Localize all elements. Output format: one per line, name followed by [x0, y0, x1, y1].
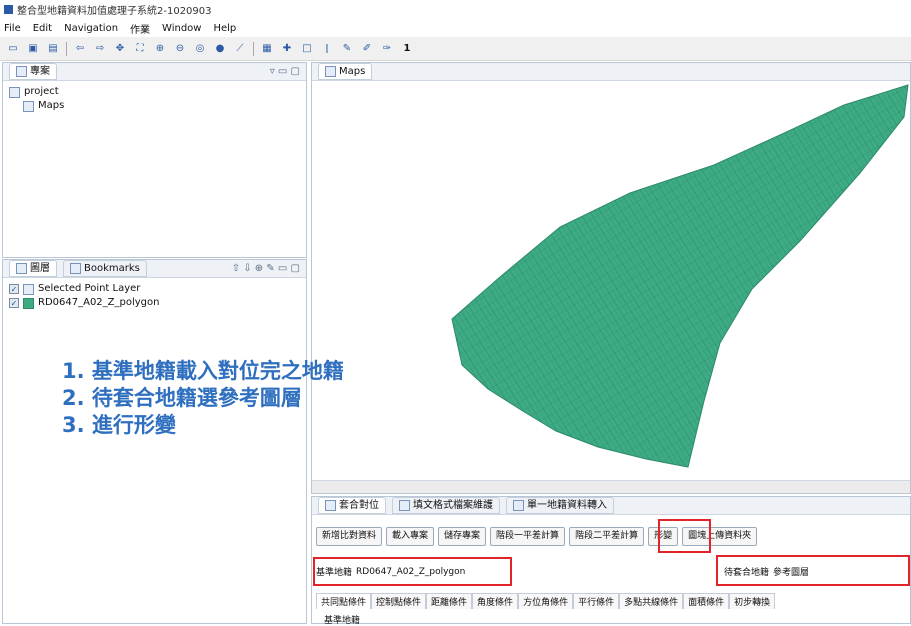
- toolbar-separator: [66, 41, 67, 56]
- style-icon[interactable]: ✐: [360, 42, 374, 56]
- layer-checkbox[interactable]: ✓: [9, 284, 19, 294]
- toolbar: ▭ ▣ ▤ ⇦ ⇨ ✥ ⛶ ⊕ ⊖ ◎ ● ⟋ ▦ ✚ □ ǀ ✎ ✐ ✑ 1: [0, 37, 911, 61]
- measure-icon[interactable]: ⟋: [233, 42, 247, 56]
- instruction-step-2: 2. 待套合地籍選參考圖層: [62, 386, 302, 410]
- bottom-panel: 套合對位 填文格式檔案維護 單一地籍資料轉入 新增比對資料 載入專案 儲存專案 …: [311, 496, 911, 626]
- subtab-control-points[interactable]: 控制點條件: [371, 593, 427, 609]
- layer-actions-icon[interactable]: ⇧ ⇩ ⊕ ✎ ▭ ▢: [232, 263, 300, 274]
- layer-panel: 圖層 Bookmarks ⇧ ⇩ ⊕ ✎ ▭ ▢ ✓ Selected Poin…: [2, 259, 307, 624]
- toolbar-separator: [253, 41, 254, 56]
- layer-item-polygon[interactable]: ✓ RD0647_A02_Z_polygon: [9, 296, 300, 310]
- tree-item-maps[interactable]: Maps: [9, 99, 300, 113]
- target-highlight: [716, 555, 910, 586]
- bottom-tabbar: 套合對位 填文格式檔案維護 單一地籍資料轉入: [312, 497, 910, 515]
- project-tabbar: 專案 ▿ ▭ ▢: [3, 63, 306, 81]
- tab-bookmarks[interactable]: Bookmarks: [63, 260, 147, 277]
- subtab-common-points[interactable]: 共同點條件: [316, 593, 372, 609]
- bookmark-icon: [70, 263, 81, 274]
- zoom-out-icon[interactable]: ⊖: [173, 42, 187, 56]
- instruction-step-3: 3. 進行形變: [62, 413, 176, 437]
- tab-format-maintenance[interactable]: 填文格式檔案維護: [392, 497, 500, 514]
- map-icon: [325, 66, 336, 77]
- info-icon[interactable]: ●: [213, 42, 227, 56]
- line-icon[interactable]: ǀ: [320, 42, 334, 56]
- add-comparison-button[interactable]: 新增比對資料: [316, 527, 383, 546]
- add-point-icon[interactable]: ✚: [280, 42, 294, 56]
- base-highlight: [313, 557, 512, 586]
- polygon-layer-icon: [23, 297, 34, 309]
- subtab-initial-transform[interactable]: 初步轉換: [729, 593, 776, 609]
- project-panel: 專案 ▿ ▭ ▢ project Maps: [2, 62, 307, 258]
- menu-file[interactable]: File: [4, 23, 21, 34]
- save-icon[interactable]: ▣: [26, 42, 40, 56]
- form-icon: [513, 500, 524, 511]
- view-menu-icon[interactable]: ▿ ▭ ▢: [270, 66, 300, 77]
- menu-window[interactable]: Window: [162, 23, 201, 34]
- window-title: 整合型地籍資料加值處理子系統2-1020903: [17, 6, 212, 17]
- section-label: 基準地籍: [324, 616, 361, 626]
- map-scrollbar[interactable]: [312, 480, 910, 493]
- map-canvas[interactable]: [312, 81, 910, 481]
- subtab-area[interactable]: 面積條件: [683, 593, 730, 609]
- project-icon: [16, 66, 27, 77]
- map-icon: [23, 100, 34, 112]
- form-icon: [399, 500, 410, 511]
- menu-operation[interactable]: 作業: [130, 21, 150, 36]
- form-icon: [325, 500, 336, 511]
- instruction-step-1: 1. 基準地籍載入對位完之地籍: [62, 359, 344, 383]
- menu-edit[interactable]: Edit: [33, 23, 52, 34]
- stage1-adjust-button[interactable]: 階段一平差計算: [490, 527, 566, 546]
- tab-layers[interactable]: 圖層: [9, 260, 57, 277]
- zoom-extent-icon[interactable]: ⛶: [133, 42, 147, 56]
- layer-icon[interactable]: ▦: [260, 42, 274, 56]
- subtab-distance[interactable]: 距離條件: [426, 593, 473, 609]
- layers-icon: [16, 263, 27, 274]
- save-project-button[interactable]: 儲存專案: [438, 527, 487, 546]
- layer-item-selected-point[interactable]: ✓ Selected Point Layer: [9, 282, 300, 296]
- select-icon[interactable]: ◎: [193, 42, 207, 56]
- layer-tabbar: 圖層 Bookmarks ⇧ ⇩ ⊕ ✎ ▭ ▢: [3, 260, 306, 278]
- layer-checkbox[interactable]: ✓: [9, 298, 19, 308]
- tree-item-project[interactable]: project: [9, 85, 300, 99]
- print-icon[interactable]: ▤: [46, 42, 60, 56]
- subtab-azimuth[interactable]: 方位角條件: [518, 593, 574, 609]
- rectangle-icon[interactable]: □: [300, 42, 314, 56]
- layer-list: ✓ Selected Point Layer ✓ RD0647_A02_Z_po…: [3, 278, 306, 314]
- map-panel: Maps: [311, 62, 911, 494]
- instruction-overlay: 1. 基準地籍載入對位完之地籍 2. 待套合地籍選參考圖層 3. 進行形變: [62, 358, 344, 439]
- tab-registration[interactable]: 套合對位: [318, 497, 386, 514]
- project-tree: project Maps: [3, 81, 306, 117]
- subtab-parallel[interactable]: 平行條件: [573, 593, 620, 609]
- forward-icon[interactable]: ⇨: [93, 42, 107, 56]
- back-icon[interactable]: ⇦: [73, 42, 87, 56]
- load-project-button[interactable]: 載入專案: [386, 527, 435, 546]
- app-icon: [4, 5, 13, 14]
- deform-highlight: [658, 519, 711, 553]
- subtab-angle[interactable]: 角度條件: [472, 593, 519, 609]
- tab-maps[interactable]: Maps: [318, 63, 373, 80]
- tab-project[interactable]: 專案: [9, 63, 57, 80]
- zoom-in-icon[interactable]: ⊕: [153, 42, 167, 56]
- map-tabbar: Maps: [312, 63, 910, 81]
- brush-icon[interactable]: ✑: [380, 42, 394, 56]
- point-layer-icon: [23, 283, 34, 295]
- pan-icon[interactable]: ✥: [113, 42, 127, 56]
- menu-bar: File Edit Navigation 作業 Window Help: [0, 19, 911, 37]
- condition-subtabs: 共同點條件 控制點條件 距離條件 角度條件 方位角條件 平行條件 多點共線條件 …: [316, 593, 776, 609]
- subtab-collinear[interactable]: 多點共線條件: [619, 593, 684, 609]
- edit-icon[interactable]: ✎: [340, 42, 354, 56]
- stage2-adjust-button[interactable]: 階段二平差計算: [569, 527, 645, 546]
- new-icon[interactable]: ▭: [6, 42, 20, 56]
- number-label[interactable]: 1: [400, 42, 414, 56]
- title-bar: 整合型地籍資料加值處理子系統2-1020903: [0, 0, 911, 19]
- menu-help[interactable]: Help: [213, 23, 236, 34]
- tab-single-import[interactable]: 單一地籍資料轉入: [506, 497, 614, 514]
- folder-icon: [9, 86, 20, 98]
- menu-navigation[interactable]: Navigation: [64, 23, 118, 34]
